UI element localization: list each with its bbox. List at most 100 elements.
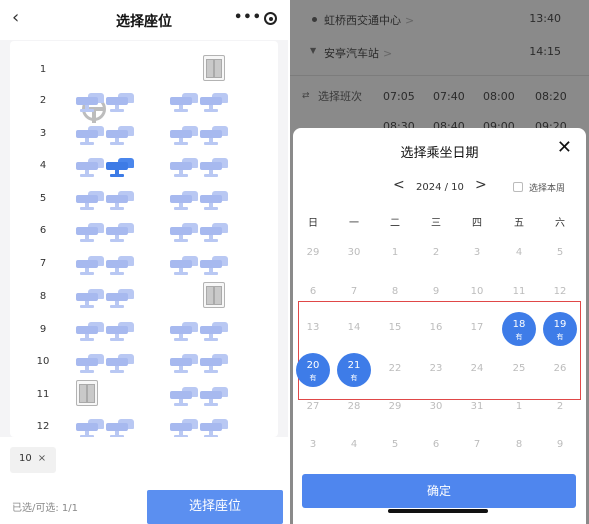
date-number: 25 (512, 363, 526, 374)
date-number: 21 (347, 360, 361, 371)
seat[interactable] (106, 86, 134, 112)
calendar-date: 28 (337, 391, 371, 425)
available-date[interactable]: 21 有 (337, 353, 371, 387)
door-icon (203, 55, 225, 81)
seat[interactable] (200, 347, 228, 373)
home-indicator (388, 509, 488, 513)
date-number: 28 (347, 401, 361, 412)
seat[interactable] (76, 249, 104, 275)
seat[interactable] (106, 216, 134, 242)
seat[interactable] (76, 216, 104, 242)
seat[interactable] (106, 119, 134, 145)
select-week-checkbox[interactable] (513, 182, 523, 192)
selected-seats-bar: 10 × (0, 437, 288, 485)
seat[interactable] (170, 249, 198, 275)
seat[interactable] (76, 282, 104, 308)
date-number: 15 (388, 322, 402, 333)
choose-seat-button[interactable]: 选择座位 (147, 490, 283, 524)
weekday-header: 日 (308, 218, 318, 229)
seat[interactable] (106, 412, 134, 437)
close-icon[interactable]: ✕ (557, 137, 572, 158)
seat[interactable] (170, 412, 198, 437)
seat[interactable] (200, 151, 228, 177)
seat[interactable] (170, 216, 198, 242)
calendar-date: 7 (337, 276, 371, 310)
target-close-icon[interactable] (264, 12, 277, 25)
seat[interactable] (170, 315, 198, 341)
calendar-date: 26 (543, 353, 577, 387)
select-week-label[interactable]: 选择本周 (529, 181, 565, 194)
seat[interactable] (106, 184, 134, 210)
seat[interactable] (76, 151, 104, 177)
available-date[interactable]: 20 有 (296, 353, 330, 387)
seat[interactable] (200, 315, 228, 341)
calendar-date: 11 (502, 276, 536, 310)
schedule-time: 07:40 (433, 90, 465, 103)
seat[interactable] (106, 347, 134, 373)
date-number: 4 (350, 439, 358, 450)
calendar-date: 7 (460, 429, 494, 463)
confirm-button[interactable]: 确定 (302, 474, 576, 508)
calendar-date: 4 (337, 429, 371, 463)
available-date[interactable]: 18 有 (502, 312, 536, 346)
seat[interactable] (170, 151, 198, 177)
seat[interactable] (106, 315, 134, 341)
calendar-date: 27 (296, 391, 330, 425)
seat[interactable] (200, 119, 228, 145)
date-number: 8 (515, 439, 523, 450)
date-number: 14 (347, 322, 361, 333)
calendar-date: 23 (419, 353, 453, 387)
seat[interactable] (200, 86, 228, 112)
seat[interactable] (200, 412, 228, 437)
seat[interactable] (200, 216, 228, 242)
row-number: 2 (39, 95, 47, 106)
seat[interactable] (76, 119, 104, 145)
seat[interactable] (76, 347, 104, 373)
row-number: 5 (39, 193, 47, 204)
seat[interactable] (76, 184, 104, 210)
more-icon[interactable]: ••• (234, 10, 262, 25)
schedule-time: 08:20 (535, 90, 567, 103)
seat[interactable] (200, 249, 228, 275)
top-bar: ‹ 选择座位 ••• (0, 0, 288, 40)
next-month-icon[interactable]: > (475, 177, 487, 193)
date-number: 31 (470, 401, 484, 412)
selected-seat-chip[interactable]: 10 × (10, 447, 56, 473)
seat[interactable] (106, 249, 134, 275)
seat[interactable] (170, 119, 198, 145)
bottom-action-bar: 已选/可选: 1/1 选择座位 (0, 485, 288, 524)
seat[interactable] (170, 380, 198, 406)
availability-tag: 有 (515, 333, 523, 341)
prev-month-icon[interactable]: < (393, 177, 405, 193)
row-number: 9 (39, 324, 47, 335)
seat[interactable] (170, 86, 198, 112)
remove-icon[interactable]: × (38, 453, 46, 464)
date-number: 11 (512, 286, 526, 297)
date-number: 2 (556, 401, 564, 412)
seat[interactable] (76, 315, 104, 341)
date-number: 10 (470, 286, 484, 297)
calendar-date: 4 (502, 237, 536, 271)
calendar-date: 15 (378, 312, 412, 346)
weekday-header: 五 (514, 218, 524, 229)
row-number: 7 (39, 258, 47, 269)
seat[interactable] (200, 380, 228, 406)
seat[interactable] (76, 412, 104, 437)
calendar-date: 29 (296, 237, 330, 271)
date-number: 16 (429, 322, 443, 333)
date-number: 23 (429, 363, 443, 374)
calendar-date: 17 (460, 312, 494, 346)
seat[interactable] (106, 282, 134, 308)
available-date[interactable]: 19 有 (543, 312, 577, 346)
row-number: 8 (39, 291, 47, 302)
seat[interactable] (76, 86, 104, 112)
seat[interactable] (200, 184, 228, 210)
date-number: 30 (347, 247, 361, 258)
seat[interactable] (170, 347, 198, 373)
calendar-date: 6 (419, 429, 453, 463)
seat[interactable] (170, 184, 198, 210)
schedule-icon: ⇄ (302, 91, 310, 101)
selected-seat[interactable]: ✓ (106, 149, 134, 177)
calendar-date: 9 (419, 276, 453, 310)
calendar-date: 9 (543, 429, 577, 463)
